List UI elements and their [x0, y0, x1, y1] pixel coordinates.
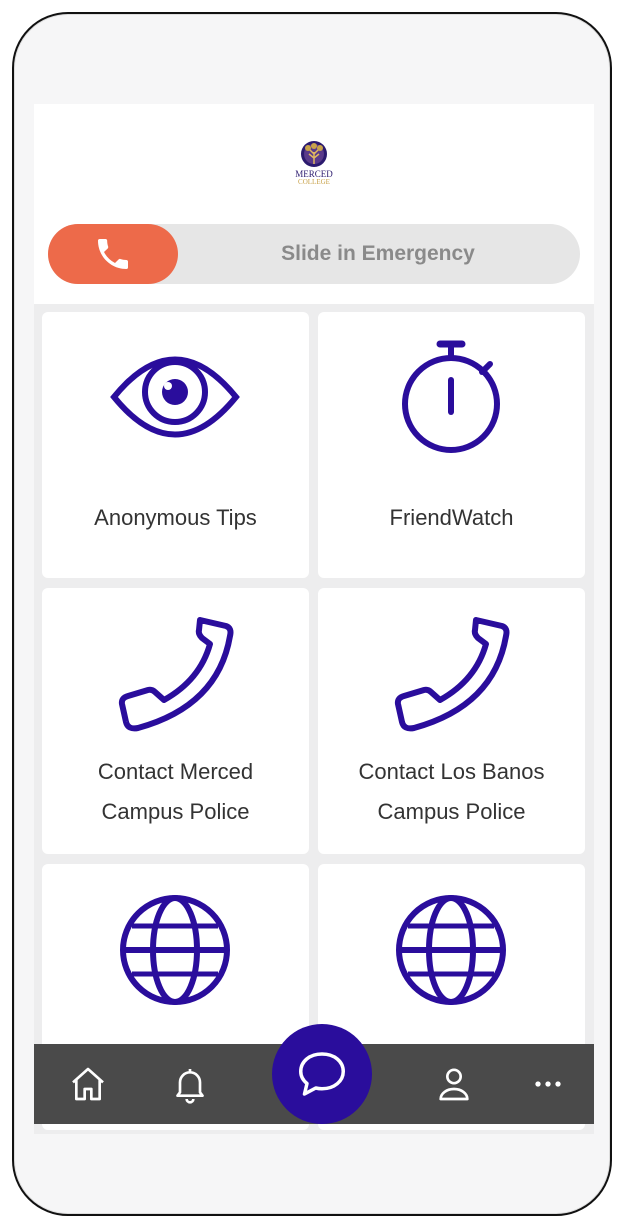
- tile-label-line1: Contact Merced: [97, 759, 254, 784]
- tile-friendwatch[interactable]: FriendWatch: [318, 312, 585, 578]
- nav-profile[interactable]: [424, 1044, 484, 1124]
- tile-anonymous-tips[interactable]: Anonymous Tips: [42, 312, 309, 578]
- phone-icon: [118, 617, 234, 732]
- college-logo: MERCED COLLEGE: [290, 140, 338, 192]
- chat-icon: [299, 1052, 345, 1096]
- tile-label: FriendWatch: [389, 505, 514, 530]
- tree-seal-icon: [301, 141, 327, 167]
- nav-home[interactable]: [58, 1044, 118, 1124]
- tile-label-line2: Campus Police: [377, 799, 526, 824]
- nav-more[interactable]: [518, 1044, 578, 1124]
- home-icon: [72, 1067, 104, 1101]
- phone-icon: [98, 239, 128, 269]
- globe-icon: [396, 895, 506, 1005]
- phone-frame: MERCED COLLEGE Slide in Emergency Anonym…: [12, 12, 612, 1216]
- nav-notifications[interactable]: [160, 1044, 220, 1124]
- eye-icon: [110, 356, 240, 438]
- stopwatch-icon: [402, 340, 500, 453]
- app-screen: MERCED COLLEGE Slide in Emergency Anonym…: [34, 104, 594, 1134]
- more-icon: [535, 1081, 561, 1087]
- phone-icon: [394, 617, 510, 732]
- bell-icon: [176, 1069, 204, 1104]
- tile-contact-los-banos-police[interactable]: Contact Los Banos Campus Police: [318, 588, 585, 854]
- tile-label-line1: Contact Los Banos: [358, 759, 545, 784]
- app-header: MERCED COLLEGE Slide in Emergency: [34, 104, 594, 304]
- tile-label-line2: Campus Police: [101, 799, 250, 824]
- globe-icon: [120, 895, 230, 1005]
- emergency-slider-handle[interactable]: [48, 224, 178, 284]
- emergency-slider-label: Slide in Emergency: [281, 242, 475, 265]
- tile-label: Anonymous Tips: [94, 505, 257, 530]
- chat-button[interactable]: [272, 1024, 372, 1124]
- user-icon: [439, 1068, 469, 1101]
- tile-contact-merced-police[interactable]: Contact Merced Campus Police: [42, 588, 309, 854]
- emergency-slider[interactable]: Slide in Emergency: [48, 224, 580, 284]
- logo-subtext: COLLEGE: [298, 178, 330, 186]
